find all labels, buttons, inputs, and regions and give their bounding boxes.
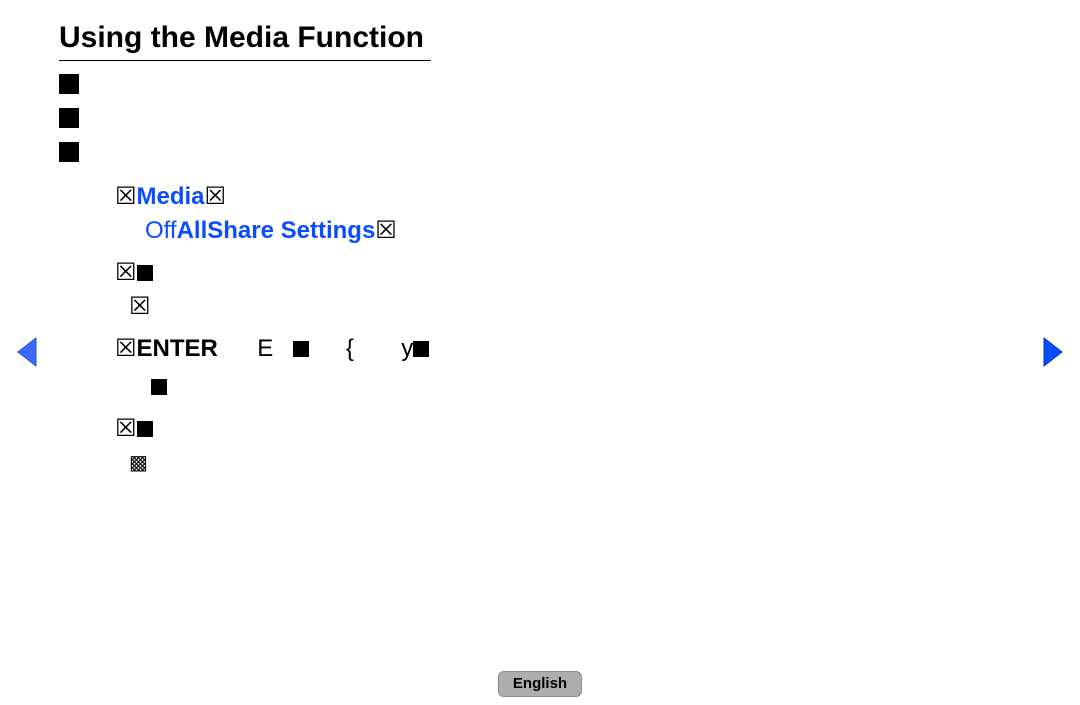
row6-square-icon	[151, 379, 167, 395]
off-text: Off	[145, 217, 177, 244]
row1-glyph-post: ☒	[205, 183, 227, 210]
chevron-left-icon	[14, 336, 40, 368]
row5-y: y	[401, 335, 413, 362]
next-page-button[interactable]	[1040, 336, 1066, 373]
row4-glyph: ☒	[129, 293, 151, 320]
bullet-square-1	[59, 74, 79, 94]
bullet-square-3	[59, 142, 79, 162]
row5-square-1-icon	[293, 341, 309, 357]
content-row-6	[151, 370, 895, 404]
language-button[interactable]: English	[498, 671, 582, 697]
allshare-settings-link[interactable]: AllShare Settings	[177, 217, 376, 244]
row5-square-2-icon	[413, 341, 429, 357]
content-row-8: ▩	[129, 446, 895, 480]
content-row-1: ☒Media☒	[115, 180, 895, 214]
media-link[interactable]: Media	[137, 183, 205, 210]
row3-square-icon	[137, 265, 153, 281]
row7-square-icon	[137, 421, 153, 437]
row5-brace: {	[346, 335, 354, 362]
chevron-right-icon	[1040, 336, 1066, 368]
content-row-7: ☒	[115, 412, 895, 446]
content-row-4: ☒	[129, 290, 895, 324]
content-area: ☒Media☒ OffAllShare Settings☒ ☒ ☒ ☒ENTER…	[115, 180, 895, 480]
content-row-3: ☒	[115, 256, 895, 290]
row5-glyph-pre: ☒	[115, 335, 137, 362]
title-underline	[59, 60, 431, 61]
row3-glyph: ☒	[115, 259, 137, 286]
content-row-5: ☒ENTER E { y	[115, 332, 895, 366]
page-title: Using the Media Function	[59, 21, 424, 55]
row7-glyph: ☒	[115, 415, 137, 442]
row5-e: E	[257, 335, 273, 362]
row1-glyph-pre: ☒	[115, 183, 137, 210]
content-row-2: OffAllShare Settings☒	[145, 214, 895, 248]
row2-glyph-post: ☒	[375, 217, 397, 244]
enter-label: ENTER	[137, 335, 218, 362]
row8-glyph: ▩	[129, 452, 148, 474]
prev-page-button[interactable]	[14, 336, 40, 373]
bullet-square-2	[59, 108, 79, 128]
